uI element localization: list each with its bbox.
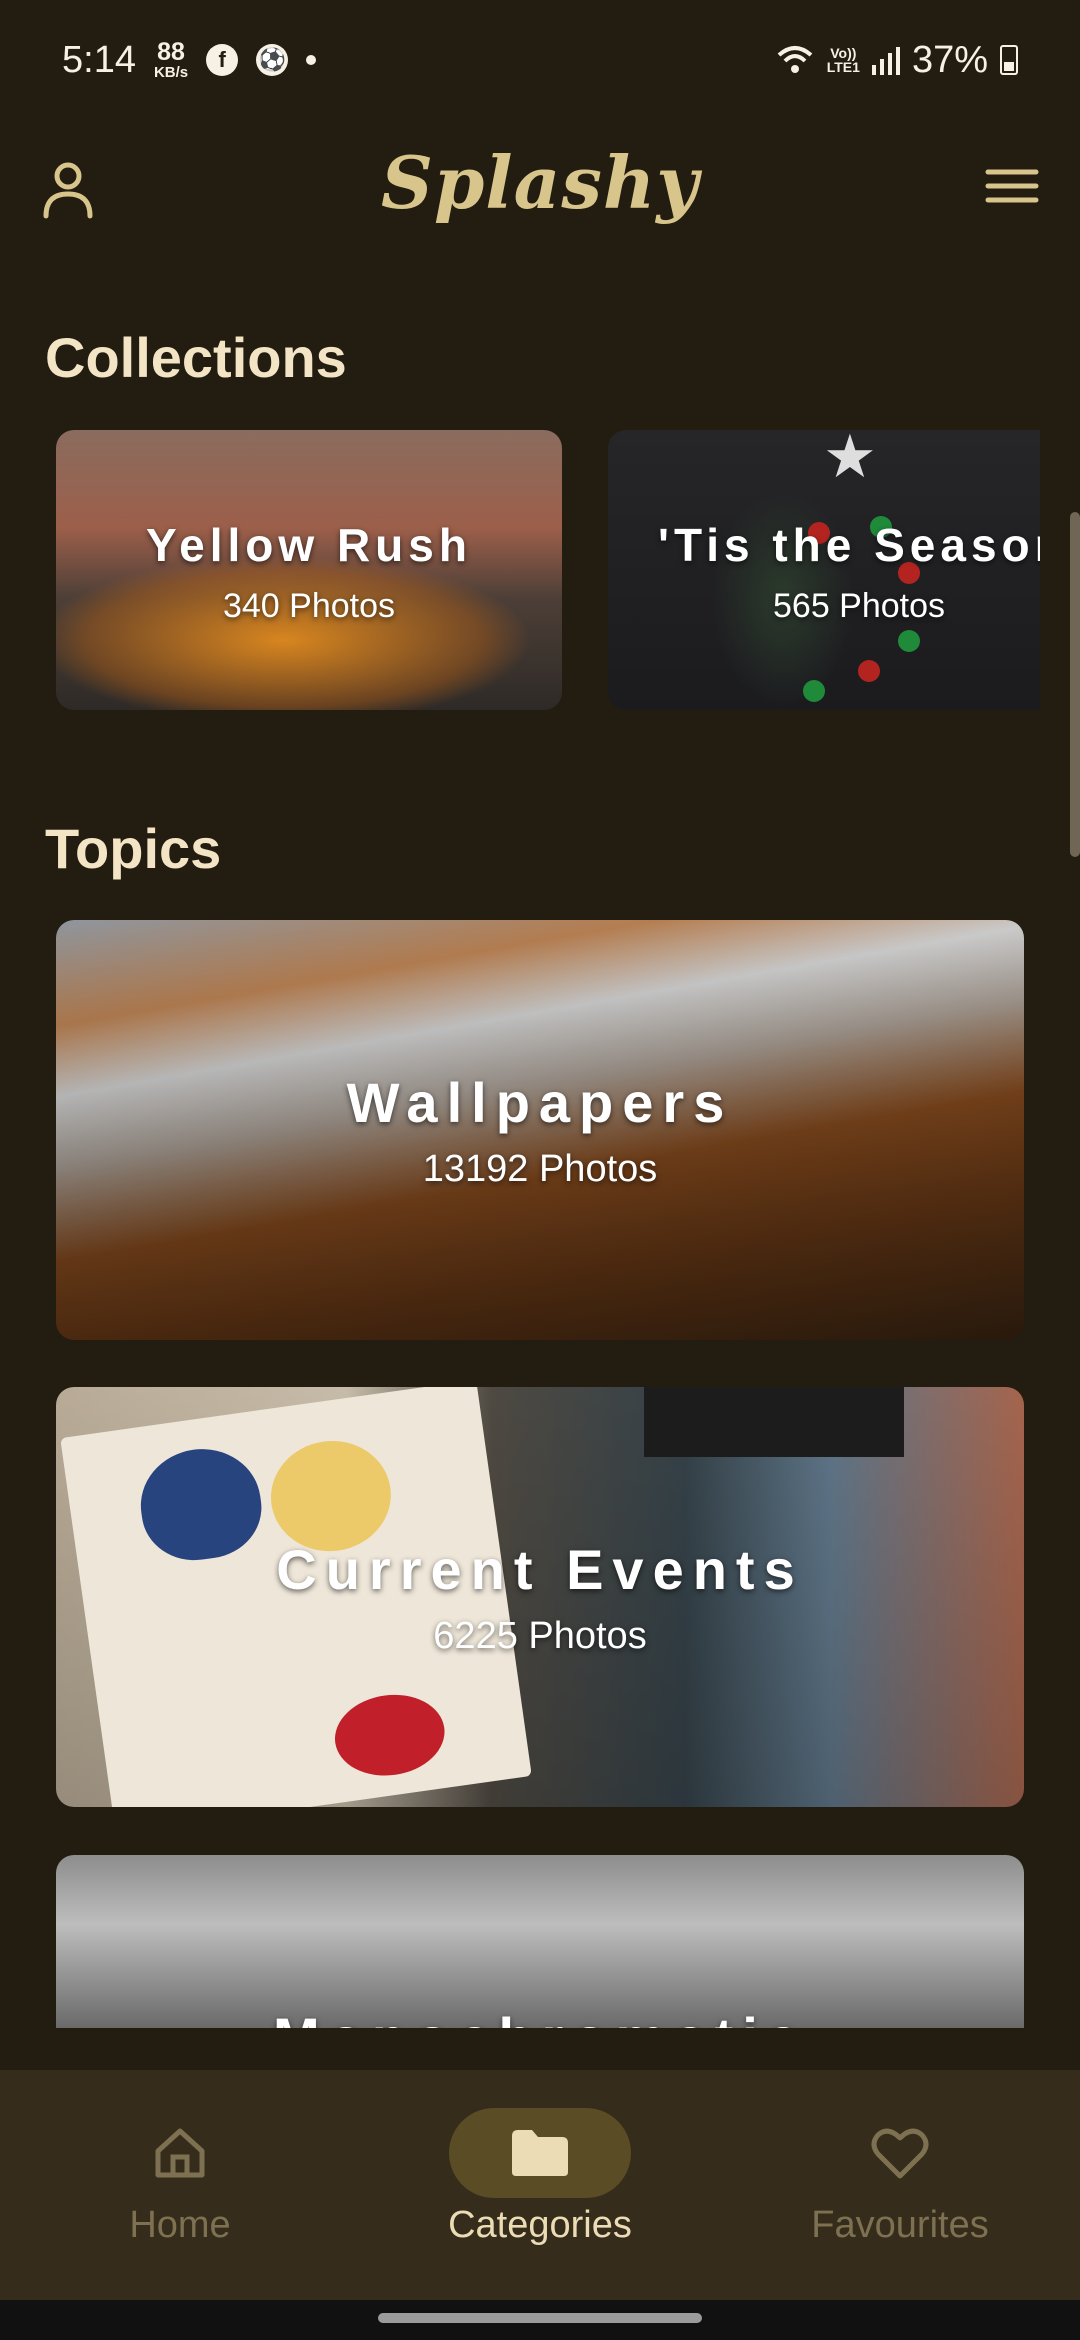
bottom-navigation: Home Categories Favourites bbox=[0, 2070, 1080, 2300]
nav-label-favourites: Favourites bbox=[811, 2204, 989, 2246]
menu-icon bbox=[985, 169, 1039, 203]
system-gesture-area bbox=[0, 2300, 1080, 2340]
nav-item-categories[interactable]: Categories bbox=[360, 2070, 720, 2300]
topic-title: Monochromatic bbox=[56, 2005, 1024, 2028]
topic-card-monochromatic[interactable]: Monochromatic bbox=[56, 1855, 1024, 2028]
topic-photo-count: 6225 Photos bbox=[433, 1615, 647, 1657]
wifi-icon bbox=[777, 46, 813, 73]
collection-photo-count: 565 Photos bbox=[773, 587, 946, 625]
collection-card-tis-the-season[interactable]: ★ 'Tis the Season 565 Photos bbox=[608, 430, 1040, 710]
network-speed: 88 KB/s bbox=[153, 38, 189, 81]
battery-percent: 37% bbox=[911, 38, 988, 81]
collections-carousel[interactable]: Yellow Rush 340 Photos ★ 'Tis the Season… bbox=[0, 430, 1040, 710]
collection-title: 'Tis the Season bbox=[658, 519, 1040, 571]
volte-indicator: Vo)) LTE1 bbox=[826, 45, 860, 75]
notification-dot-icon bbox=[306, 55, 317, 65]
home-icon bbox=[155, 2128, 205, 2178]
status-bar-right: Vo)) LTE1 37% bbox=[775, 39, 1018, 82]
topic-card-current-events[interactable]: Current Events 6225 Photos bbox=[56, 1387, 1024, 1807]
collection-title: Yellow Rush bbox=[146, 519, 472, 571]
app-bar: Splashy bbox=[0, 130, 1080, 250]
collection-card-yellow-rush[interactable]: Yellow Rush 340 Photos bbox=[56, 430, 562, 710]
ornament-decoration bbox=[803, 680, 825, 702]
ornament-decoration bbox=[858, 660, 880, 682]
heart-icon bbox=[871, 2128, 929, 2179]
storefront-image-detail bbox=[644, 1387, 904, 1457]
folder-icon bbox=[512, 2130, 568, 2176]
menu-button[interactable] bbox=[984, 166, 1040, 212]
topic-title: Current Events bbox=[276, 1538, 804, 1601]
scrollbar-thumb[interactable] bbox=[1070, 512, 1080, 857]
topic-photo-count: 13192 Photos bbox=[422, 1148, 658, 1190]
battery-charging-icon bbox=[1000, 45, 1018, 75]
ornament-decoration bbox=[898, 630, 920, 652]
topics-heading: Topics bbox=[45, 817, 222, 880]
topic-title: Wallpapers bbox=[346, 1071, 734, 1134]
status-bar: 5:14 88 KB/s f ⚽ Vo)) LTE1 37% bbox=[0, 0, 1080, 120]
home-gesture-bar[interactable] bbox=[378, 2313, 702, 2323]
soccer-ball-icon: ⚽ bbox=[256, 44, 289, 76]
nav-item-favourites[interactable]: Favourites bbox=[720, 2070, 1080, 2300]
app-title: Splashy bbox=[380, 140, 700, 225]
collections-heading: Collections bbox=[45, 326, 347, 389]
status-time: 5:14 bbox=[62, 38, 136, 81]
nav-label-home: Home bbox=[129, 2204, 231, 2246]
topic-card-wallpapers[interactable]: Wallpapers 13192 Photos bbox=[56, 920, 1024, 1340]
collection-photo-count: 340 Photos bbox=[222, 587, 396, 625]
star-icon: ★ bbox=[823, 430, 877, 490]
facebook-icon: f bbox=[206, 44, 239, 76]
active-indicator-pill bbox=[449, 2108, 631, 2198]
signal-icon bbox=[871, 47, 900, 75]
status-bar-left: 5:14 88 KB/s f ⚽ bbox=[62, 38, 317, 82]
nav-label-categories: Categories bbox=[448, 2204, 632, 2246]
nav-item-home[interactable]: Home bbox=[0, 2070, 360, 2300]
